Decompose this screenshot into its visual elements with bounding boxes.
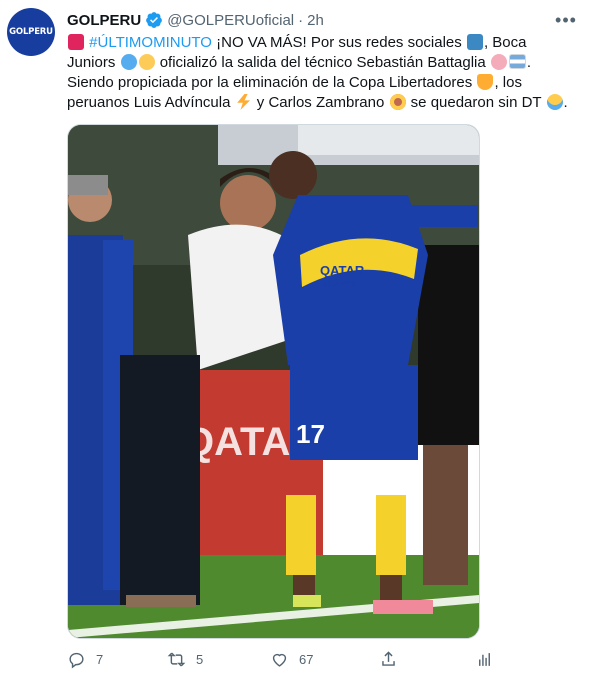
share-icon bbox=[382, 650, 395, 666]
tweet-photo[interactable]: QATAR A QATAR AIRWAYS 17 bbox=[67, 124, 480, 639]
display-name[interactable]: GOLPERU bbox=[67, 12, 141, 29]
tweet-text-part: y Carlos Zambrano bbox=[252, 94, 389, 111]
analytics-icon bbox=[479, 652, 490, 666]
tweet-text-part: oficializó la salida del técnico Sebasti… bbox=[155, 54, 490, 71]
share-button[interactable] bbox=[379, 648, 398, 670]
retweet-icon bbox=[167, 652, 186, 666]
screaming-face-emoji-icon bbox=[546, 94, 563, 110]
like-button[interactable]: 67 bbox=[270, 648, 313, 670]
verified-badge-icon bbox=[146, 12, 163, 28]
yellow-circle-emoji-icon bbox=[138, 54, 155, 70]
hashtag-link[interactable]: #ÚLTIMOMINUTO bbox=[89, 34, 212, 51]
avatar[interactable]: GOLPERU bbox=[7, 8, 55, 56]
tweet-text-part: ¡NO VA MÁS! Por sus redes sociales bbox=[211, 34, 466, 51]
tweet[interactable]: GOLPERU GOLPERU @GOLPERUoficial · 2h •••… bbox=[0, 0, 600, 677]
siren-emoji-icon bbox=[68, 34, 84, 50]
like-count: 67 bbox=[299, 651, 314, 667]
lion-emoji-icon bbox=[389, 94, 406, 110]
header-separator: · bbox=[298, 11, 304, 29]
argentina-flag-emoji-icon bbox=[508, 54, 526, 69]
user-handle[interactable]: @GOLPERUoficial bbox=[167, 12, 294, 29]
heart-icon bbox=[272, 653, 287, 667]
reply-button[interactable]: 7 bbox=[67, 648, 103, 670]
shirt-sponsor-line2: AIRWAYS bbox=[320, 280, 357, 289]
brain-emoji-icon bbox=[490, 54, 507, 70]
tweet-header: GOLPERU @GOLPERUoficial · 2h bbox=[67, 10, 324, 30]
tweet-text: #ÚLTIMOMINUTO ¡NO VA MÁS! Por sus redes … bbox=[67, 33, 572, 113]
avatar-logo-text: GOLPERU bbox=[9, 27, 53, 37]
tweet-text-part: . bbox=[563, 94, 568, 111]
retweet-count: 5 bbox=[196, 651, 204, 667]
shirt-sponsor-line1: QATAR bbox=[320, 263, 365, 278]
analytics-button[interactable] bbox=[475, 648, 494, 670]
tweet-actions: 7 5 67 bbox=[67, 648, 507, 670]
trophy-emoji-icon bbox=[477, 74, 494, 90]
retweet-button[interactable]: 5 bbox=[167, 648, 203, 670]
shirt-number: 17 bbox=[296, 419, 325, 449]
reply-count: 7 bbox=[96, 651, 104, 667]
more-options-icon[interactable]: ••• bbox=[554, 8, 578, 32]
photo-boca-coach-and-player: QATAR A QATAR AIRWAYS 17 bbox=[68, 125, 479, 638]
blue-circle-emoji-icon bbox=[120, 54, 137, 70]
lightning-emoji-icon bbox=[237, 94, 251, 110]
tweet-time[interactable]: 2h bbox=[307, 12, 324, 29]
reply-icon bbox=[69, 652, 84, 668]
tweet-text-part: se quedaron sin DT bbox=[406, 94, 546, 111]
mobile-phone-emoji-icon bbox=[466, 34, 483, 50]
